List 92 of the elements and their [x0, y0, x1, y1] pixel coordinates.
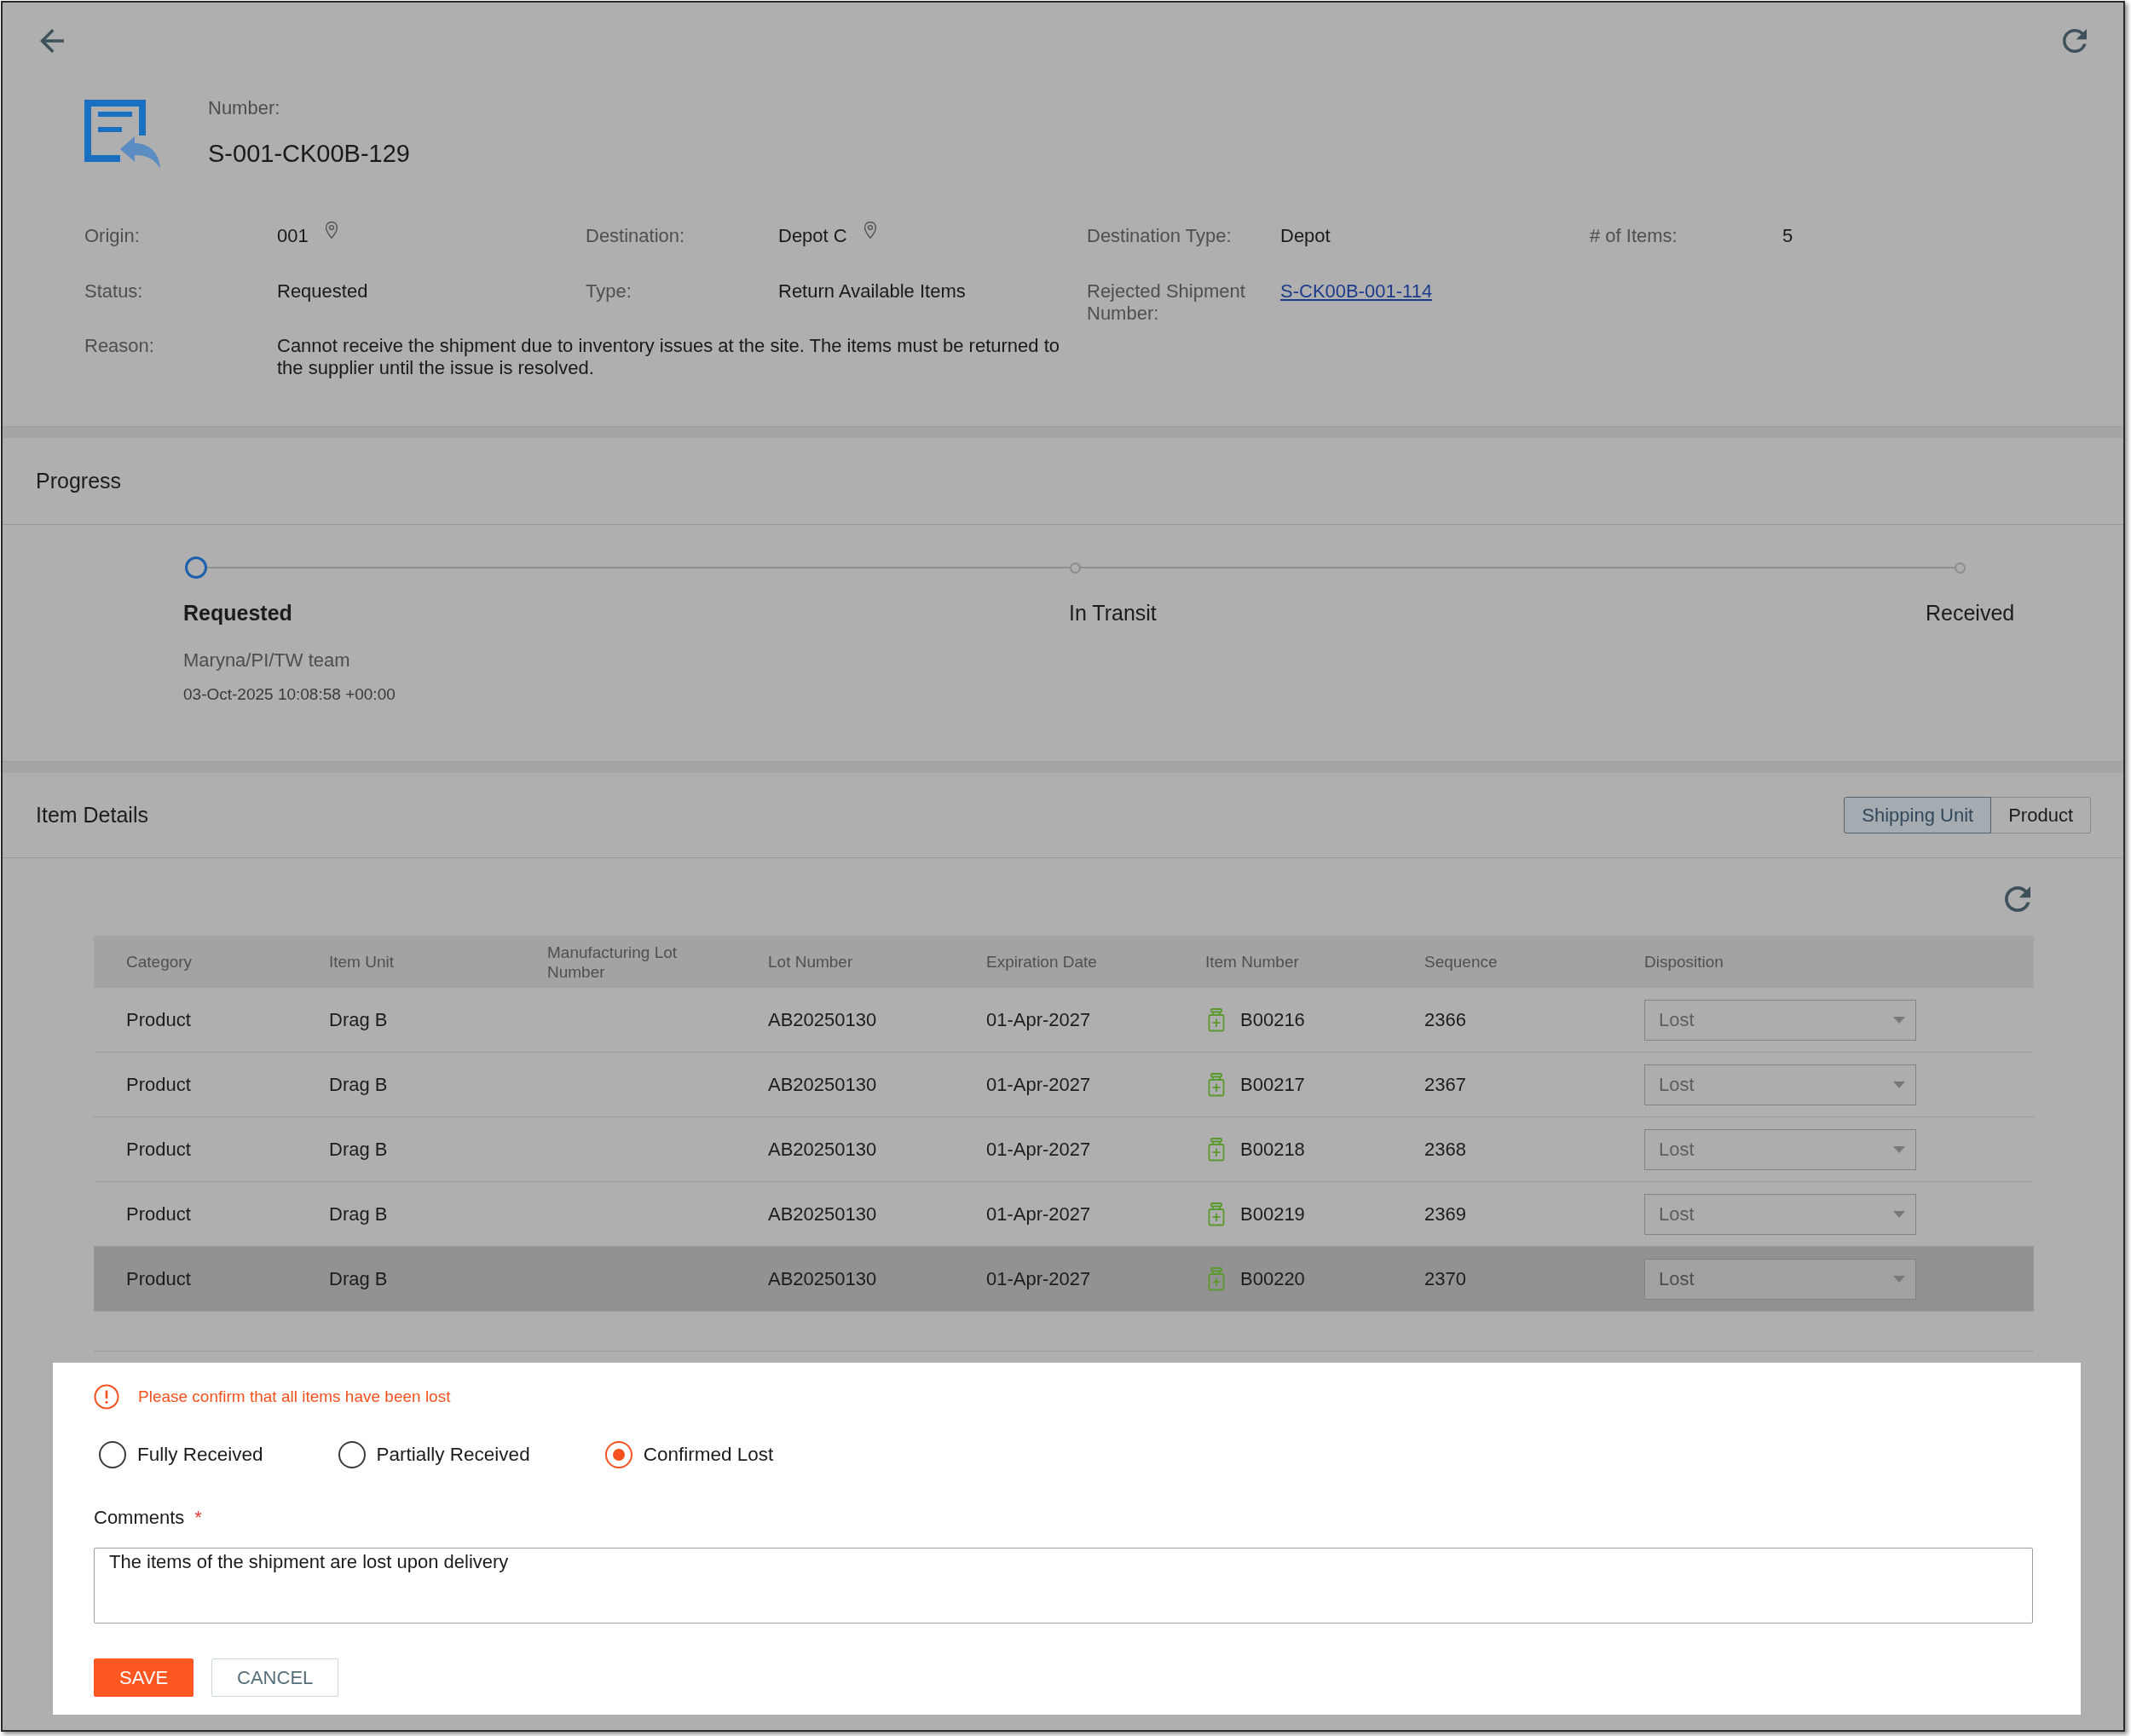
table-cell-text: 2367 [1424, 1073, 1467, 1096]
required-mark: * [194, 1507, 202, 1529]
document-return-icon [84, 98, 161, 170]
cancel-button[interactable]: CANCEL [211, 1658, 339, 1697]
column-header: Category [126, 952, 193, 972]
table-cell-text: Drag B [329, 1008, 389, 1031]
medicine-bottle-icon [1208, 1266, 1225, 1291]
medicine-bottle-icon [1208, 1007, 1225, 1032]
warning-message: Please confirm that all items have been lost [138, 1387, 451, 1406]
table-cell-text: 01-Apr-2027 [986, 1073, 1092, 1096]
table-cell-text: AB20250130 [768, 1008, 878, 1031]
step-label: Requested [183, 600, 292, 626]
table-cell-text: AB20250130 [768, 1073, 878, 1096]
view-toggle-button[interactable]: Shipping Unit [1844, 797, 1992, 833]
column-header: Item Number [1205, 952, 1300, 972]
field-value: 5 [1782, 225, 1794, 247]
field-value: Depot C [778, 225, 847, 247]
caret-icon [1893, 1081, 1905, 1088]
medicine-bottle-icon [1208, 1137, 1225, 1162]
column-header: Manufacturing Lot Number [547, 942, 679, 982]
table-cell-text: Product [125, 1073, 192, 1096]
field-label: Reason: [84, 335, 155, 357]
table-cell-text: 01-Apr-2027 [986, 1138, 1092, 1161]
location-pin-icon[interactable] [324, 221, 338, 239]
table-cell-text: 2369 [1424, 1203, 1467, 1226]
item-number: B00219 [1240, 1203, 1305, 1226]
step-timestamp: 03-Oct-2025 10:08:58 +00:00 [183, 684, 396, 705]
table-cell-text: 2366 [1424, 1008, 1467, 1031]
shipment-number: S-001-CK00B-129 [208, 139, 410, 169]
table-cell-text: 2370 [1424, 1267, 1467, 1290]
item-number: B00220 [1240, 1267, 1305, 1290]
column-header: Disposition [1644, 952, 1724, 972]
field-label: Type: [586, 280, 632, 303]
field-value: 001 [277, 225, 309, 247]
refresh-icon[interactable] [2063, 29, 2087, 53]
table-cell-text: Drag B [329, 1073, 389, 1096]
table-cell-text: Drag B [329, 1267, 389, 1290]
field-label: Origin: [84, 225, 141, 247]
section-title: Item Details [36, 803, 148, 828]
medicine-bottle-icon [1208, 1202, 1225, 1226]
shipment-link[interactable]: S-CK00B-001-114 [1280, 280, 1590, 303]
step-label: In Transit [1069, 600, 1157, 626]
location-pin-icon[interactable] [863, 221, 877, 239]
column-header: Lot Number [768, 952, 854, 972]
column-header: Sequence [1424, 952, 1499, 972]
caret-icon [1893, 1210, 1905, 1218]
comments-label: Comments [94, 1507, 185, 1529]
step-label: Received [1926, 600, 2015, 626]
table-cell-text: AB20250130 [768, 1138, 878, 1161]
view-toggle-button[interactable]: Product [1991, 797, 2091, 833]
item-number: B00216 [1240, 1008, 1305, 1031]
table-cell-text: AB20250130 [768, 1267, 878, 1290]
radio-option[interactable]: Confirmed Lost [604, 1441, 774, 1468]
table-cell-text: Drag B [329, 1138, 389, 1161]
table-cell-text: Product [125, 1008, 192, 1031]
caret-icon [1893, 1275, 1905, 1283]
column-header: Item Unit [329, 952, 396, 972]
table-row[interactable]: Product Drag B AB20250130 01-Apr-2027 B00220 2370 Lost [94, 1247, 2034, 1312]
field-label: Destination: [586, 225, 686, 247]
table-cell-text: Product [125, 1267, 192, 1290]
caret-icon [1893, 1016, 1905, 1024]
table-cell-text: 2368 [1424, 1138, 1467, 1161]
medicine-bottle-icon [1208, 1072, 1225, 1097]
table-cell-text: Drag B [329, 1203, 389, 1226]
refresh-icon[interactable] [2005, 886, 2030, 912]
item-number: B00218 [1240, 1138, 1305, 1161]
number-label: Number: [208, 96, 281, 120]
table-cell-text: Product [125, 1138, 192, 1161]
field-label: Status: [84, 280, 144, 303]
radio-option[interactable]: Fully Received [99, 1441, 263, 1468]
radio-option[interactable]: Partially Received [338, 1441, 530, 1468]
table-cell-text: 01-Apr-2027 [986, 1203, 1092, 1226]
item-number: B00217 [1240, 1073, 1305, 1096]
table-cell-text: 01-Apr-2027 [986, 1008, 1092, 1031]
field-value: Requested [277, 280, 369, 303]
table-cell-text: 01-Apr-2027 [986, 1267, 1092, 1290]
field-label: # of Items: [1590, 225, 1678, 247]
column-header: Expiration Date [986, 952, 1098, 972]
step-user: Maryna/PI/TW team [183, 649, 350, 672]
section-title: Progress [36, 469, 122, 493]
comments-field[interactable]: The items of the shipment are lost upon delivery [94, 1548, 2033, 1624]
warning-icon [94, 1384, 119, 1410]
field-label: Rejected Shipment Number: [1087, 280, 1246, 325]
back-arrow-icon[interactable] [40, 29, 64, 53]
field-value: Cannot receive the shipment due to inventory issues at the site. The items must be returned to the supplier until the issue is resolved. [277, 335, 1060, 379]
table-cell-text: Product [125, 1203, 192, 1226]
field-value: Depot [1280, 225, 1331, 247]
table-cell-text: AB20250130 [768, 1203, 878, 1226]
field-label: Destination Type: [1087, 225, 1233, 247]
caret-icon [1893, 1145, 1905, 1153]
save-button[interactable]: SAVE [94, 1658, 194, 1697]
field-value: Return Available Items [778, 280, 967, 303]
